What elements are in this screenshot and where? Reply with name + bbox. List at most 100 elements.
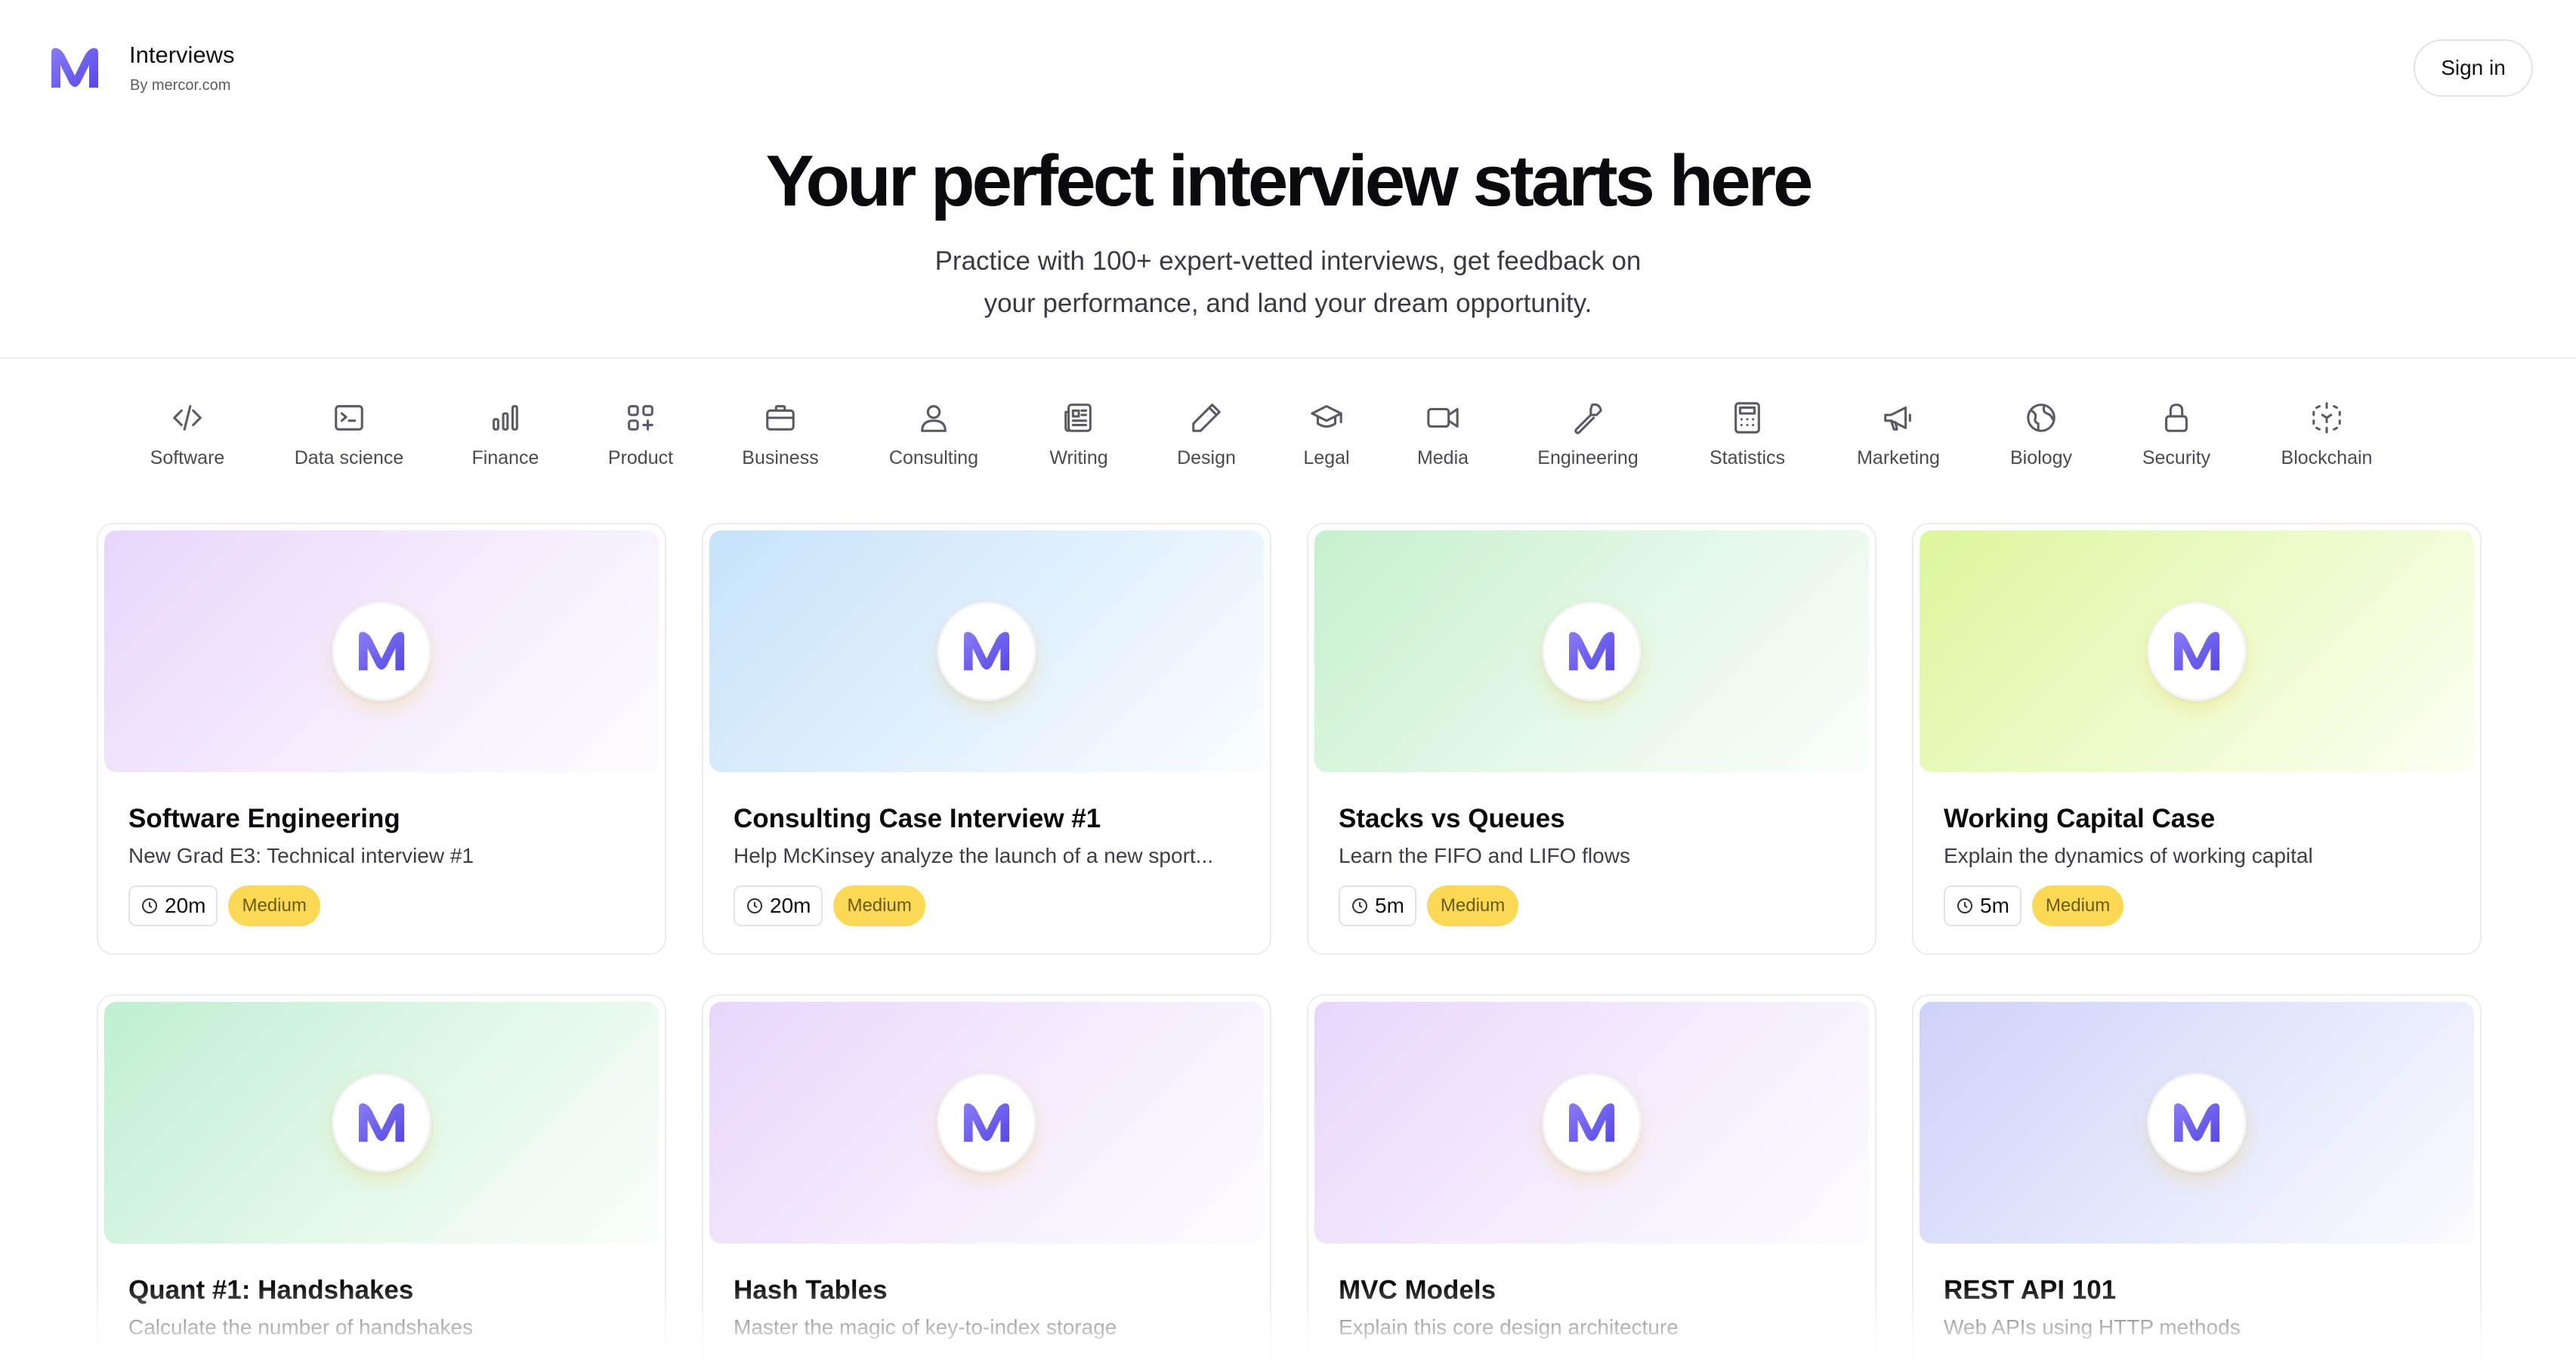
card-banner <box>104 530 659 772</box>
duration-text: 20m <box>770 894 811 917</box>
card-title: Software Engineering <box>128 804 400 833</box>
card-description: Explain the dynamics of working capital <box>1944 844 2313 867</box>
category-label: Consulting <box>888 447 979 468</box>
interview-card[interactable]: Quant #1: Handshakes Calculate the numbe… <box>97 994 666 1369</box>
interview-card[interactable]: Stacks vs Queues Learn the FIFO and LIFO… <box>1307 523 1876 955</box>
hero-subtitle: Practice with 100+ expert-vetted intervi… <box>891 240 1685 325</box>
category-label: Product <box>607 447 674 468</box>
card-banner <box>1314 1002 1869 1244</box>
newspaper-icon <box>1064 403 1092 432</box>
mercor-m-icon <box>1568 632 1615 671</box>
category-finance[interactable]: Finance <box>430 400 581 469</box>
grid-plus-icon <box>628 405 653 431</box>
graduation-cap-icon <box>1311 405 1342 428</box>
card-banner <box>1920 530 2474 772</box>
category-label: Statistics <box>1709 447 1786 468</box>
wrench-icon <box>1574 403 1602 434</box>
category-bar: Software Data science Finance Product Bu… <box>0 359 2576 491</box>
card-title: Stacks vs Queues <box>1339 804 1565 833</box>
category-label: Business <box>742 447 819 468</box>
card-meta: 5m Medium <box>1339 885 1519 926</box>
category-data-science[interactable]: Data science <box>273 400 425 469</box>
card-description: Explain this core design architecture <box>1339 1315 1679 1339</box>
card-banner <box>709 530 1264 772</box>
category-label: Security <box>2142 447 2211 468</box>
category-label: Biology <box>2010 447 2072 468</box>
mercor-badge <box>1542 601 1642 701</box>
interview-card[interactable]: MVC Models Explain this core design arch… <box>1307 994 1876 1369</box>
mercor-m-icon <box>963 1103 1010 1142</box>
category-biology[interactable]: Biology <box>1966 400 2117 469</box>
category-label: Blockchain <box>2281 447 2373 468</box>
interview-card[interactable]: REST API 101 Web APIs using HTTP methods <box>1912 994 2482 1369</box>
interview-card[interactable]: Software Engineering New Grad E3: Techni… <box>97 523 666 955</box>
category-media[interactable]: Media <box>1367 400 1518 469</box>
megaphone-icon <box>1884 406 1911 431</box>
mercor-badge <box>937 601 1036 701</box>
category-marketing[interactable]: Marketing <box>1823 400 1974 469</box>
interview-card[interactable]: Consulting Case Interview #1 Help McKins… <box>702 523 1271 955</box>
person-icon <box>921 405 947 432</box>
category-statistics[interactable]: Statistics <box>1672 400 1823 469</box>
duration-text: 5m <box>1980 894 2009 917</box>
card-description: Web APIs using HTTP methods <box>1944 1315 2241 1339</box>
mercor-badge <box>332 1073 431 1173</box>
mercor-badge <box>332 601 431 701</box>
category-consulting[interactable]: Consulting <box>858 400 1009 469</box>
card-meta: 20m Medium <box>128 885 320 926</box>
mercor-m-icon <box>358 1103 405 1142</box>
calculator-icon <box>1734 402 1760 434</box>
duration-text: 5m <box>1375 894 1404 917</box>
category-product[interactable]: Product <box>565 400 716 469</box>
mercor-m-icon <box>963 632 1010 671</box>
mercor-badge <box>2147 1073 2247 1173</box>
video-icon <box>1427 407 1459 428</box>
category-label: Software <box>150 447 225 468</box>
code-icon <box>173 405 202 431</box>
briefcase-icon <box>766 405 795 431</box>
category-blockchain[interactable]: Blockchain <box>2251 400 2402 469</box>
card-banner <box>1314 530 1869 772</box>
sign-in-button[interactable]: Sign in <box>2414 39 2533 97</box>
difficulty-badge: Medium <box>2031 885 2124 926</box>
globe-icon <box>2027 403 2056 432</box>
interview-card[interactable]: Working Capital Case Explain the dynamic… <box>1912 523 2482 955</box>
category-security[interactable]: Security <box>2101 400 2252 469</box>
card-title: MVC Models <box>1339 1275 1496 1305</box>
brand-title: Interviews <box>129 42 235 68</box>
card-banner <box>1920 1002 2474 1244</box>
interview-card[interactable]: Hash Tables Master the magic of key-to-i… <box>702 994 1271 1369</box>
category-label: Finance <box>471 447 539 468</box>
card-banner <box>104 1002 659 1244</box>
mercor-m-icon <box>2173 1103 2220 1142</box>
pencil-icon <box>1192 403 1221 432</box>
category-label: Data science <box>294 447 404 468</box>
card-title: Working Capital Case <box>1944 804 2216 833</box>
category-label: Marketing <box>1857 447 1940 468</box>
card-description: Master the magic of key-to-index storage <box>734 1315 1117 1339</box>
mercor-badge <box>2147 601 2247 701</box>
duration-pill: 5m <box>1339 885 1416 926</box>
blockchain-icon <box>2312 402 2341 434</box>
mercor-m-icon <box>358 632 405 671</box>
card-description: Calculate the number of handshakes <box>128 1315 474 1339</box>
duration-pill: 20m <box>128 885 218 926</box>
category-software[interactable]: Software <box>112 400 263 469</box>
category-engineering[interactable]: Engineering <box>1512 400 1663 469</box>
mercor-m-icon <box>1568 1103 1615 1142</box>
hero-subtitle-line: your performance, and land your dream op… <box>984 289 1592 318</box>
difficulty-badge: Medium <box>1426 885 1519 926</box>
clock-icon <box>142 898 157 913</box>
mercor-m-icon <box>2173 632 2220 671</box>
hero-title: Your perfect interview starts here <box>765 141 1814 221</box>
lock-icon <box>2165 403 2188 432</box>
clock-icon <box>747 898 762 913</box>
mercor-logo-icon[interactable] <box>47 44 103 92</box>
category-business[interactable]: Business <box>705 400 856 469</box>
card-meta: 20m Medium <box>734 885 925 926</box>
card-description: Learn the FIFO and LIFO flows <box>1339 844 1630 867</box>
top-header: Interviews By mercor.com Sign in <box>0 0 2576 136</box>
hero-subtitle-line: Practice with 100+ expert-vetted intervi… <box>934 246 1642 276</box>
duration-pill: 5m <box>1944 885 2022 926</box>
difficulty-badge: Medium <box>228 885 320 926</box>
